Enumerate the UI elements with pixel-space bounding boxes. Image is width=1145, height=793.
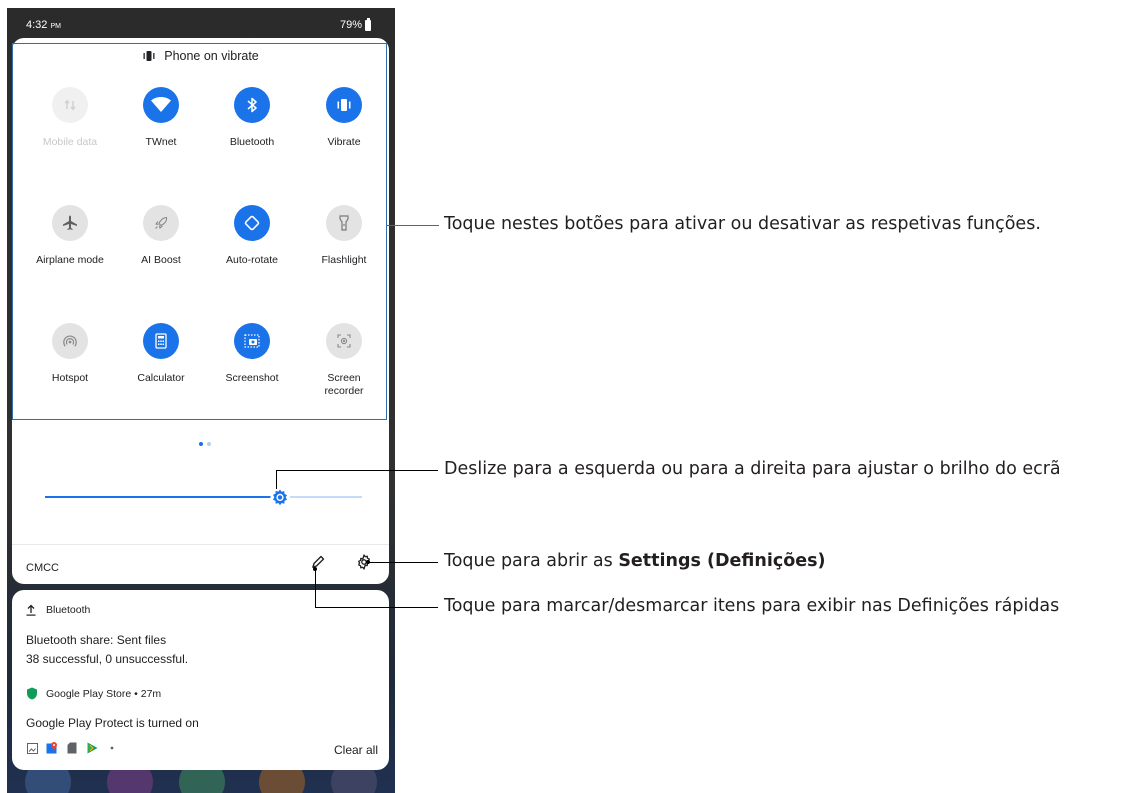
notification-title: Google Play Protect is turned on [26, 716, 199, 730]
brightness-slider-track[interactable] [290, 496, 362, 498]
notification-app-name: Google Play Store • 27m [46, 687, 162, 700]
annotation-edit: Toque para marcar/desmarcar itens para e… [444, 596, 1060, 616]
tiles-highlight-box [12, 43, 387, 420]
annotation-brightness: Deslize para a esquerda ou para a direit… [444, 459, 1061, 479]
page-dot [207, 442, 211, 446]
annotation-tiles: Toque nestes botões para ativar ou desat… [444, 214, 1041, 234]
annotation-leader [387, 225, 439, 226]
battery-icon [365, 17, 371, 31]
annotation-leader [368, 562, 438, 563]
upload-icon [26, 604, 36, 616]
notification-icon-row [26, 742, 118, 754]
play-protect-shield-icon [27, 687, 37, 700]
battery-indicator: 79% [340, 17, 371, 31]
annotation-settings: Toque para abrir as Settings (Definições… [444, 551, 826, 571]
clear-all-button[interactable]: Clear all [334, 743, 378, 757]
maps-icon [46, 742, 58, 754]
notification-title: Bluetooth share: Sent files [26, 633, 167, 647]
brightness-slider-fill[interactable] [45, 496, 278, 498]
play-store-icon [86, 742, 98, 754]
status-bar: 4:32 PM 79% [7, 8, 395, 38]
annotation-leader [276, 470, 438, 471]
annotation-leader [315, 568, 316, 607]
carrier-name: CMCC [26, 562, 59, 574]
annotation-leader [315, 607, 438, 608]
notification-app-header: Bluetooth [26, 604, 90, 616]
page-indicator [199, 442, 211, 446]
sd-card-icon [66, 742, 78, 754]
status-time: 4:32 PM [26, 19, 61, 31]
notification-app-name: Bluetooth [46, 604, 91, 616]
brightness-thumb-icon[interactable] [270, 487, 290, 507]
notification-card[interactable]: Bluetooth Bluetooth share: Sent files 38… [12, 590, 389, 770]
notification-body: 38 successful, 0 unsuccessful. [26, 652, 189, 666]
annotation-leader [276, 470, 277, 489]
page-dot-active [199, 442, 203, 446]
notification-app-header: Google Play Store • 27m [26, 687, 161, 700]
more-dot-icon [106, 742, 118, 754]
qs-divider [12, 544, 389, 545]
edit-pencil-icon[interactable] [309, 553, 327, 571]
image-icon [26, 742, 38, 754]
